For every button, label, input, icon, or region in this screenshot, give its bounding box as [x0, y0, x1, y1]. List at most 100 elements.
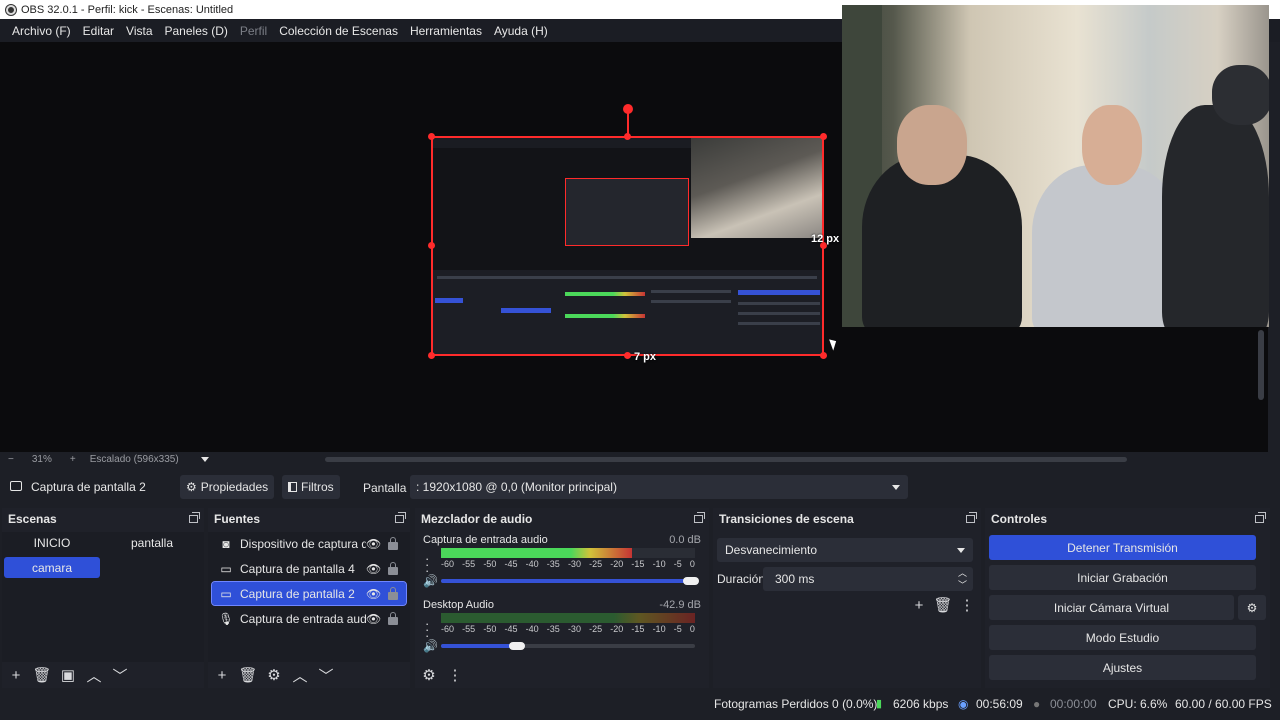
eye-icon[interactable]: 👁 — [366, 587, 381, 601]
controls-title: Controles — [991, 512, 1048, 526]
preview-vertical-scrollbar[interactable] — [1258, 330, 1264, 400]
menu-perfil[interactable]: Perfil — [234, 24, 273, 38]
spin-buttons-icon[interactable]: ︿ ﹀ — [958, 567, 967, 591]
move-up-icon[interactable]: ︿ — [82, 664, 106, 686]
scene-filters-icon[interactable]: ▣ — [56, 664, 80, 686]
volume-slider-knob[interactable] — [509, 642, 525, 650]
settings-button[interactable]: Ajustes — [989, 655, 1256, 680]
studio-mode-button[interactable]: Modo Estudio — [989, 625, 1256, 650]
gear-icon[interactable]: ⚙ — [262, 664, 286, 686]
rotation-handle[interactable] — [623, 104, 633, 114]
stop-stream-button[interactable]: Detener Transmisión — [989, 535, 1256, 560]
source-item[interactable]: ▭ Captura de pantalla 4 👁 — [212, 557, 406, 580]
track-menu-icon[interactable]: · · · — [425, 617, 429, 642]
undock-icon[interactable] — [966, 512, 977, 523]
move-down-icon[interactable]: ﹀ — [108, 664, 132, 686]
volume-slider-knob[interactable] — [683, 577, 699, 585]
scene-item-inicio[interactable]: INICIO — [4, 532, 100, 553]
scene-item-camara[interactable]: camara — [4, 557, 100, 578]
source-item[interactable]: ◙ Dispositivo de captura de 👁 — [212, 532, 406, 555]
resize-handle-bottom[interactable] — [624, 352, 631, 359]
add-transition-icon[interactable]: + — [907, 594, 931, 616]
track-name: Desktop Audio — [423, 599, 494, 611]
resize-handle-left[interactable] — [428, 242, 435, 249]
properties-button[interactable]: ⚙ Propiedades — [180, 475, 275, 499]
speaker-icon[interactable]: 🔊 — [423, 574, 438, 588]
duration-input[interactable]: 300 ms ︿ ﹀ — [763, 567, 973, 591]
resize-handle-top-right[interactable] — [820, 133, 827, 140]
move-down-icon[interactable]: ﹀ — [314, 664, 338, 686]
fps: 60.00 / 60.00 FPS — [1175, 697, 1272, 711]
dropped-frames: Fotogramas Perdidos 0 (0.0%) — [714, 697, 878, 711]
advanced-audio-icon[interactable]: ⚙ — [417, 664, 441, 686]
undock-icon[interactable] — [1255, 512, 1266, 523]
trash-icon[interactable]: 🗑 — [931, 594, 955, 616]
eye-icon[interactable]: 👁 — [366, 537, 381, 551]
start-virtual-camera-button[interactable]: Iniciar Cámara Virtual — [989, 595, 1234, 620]
level-meter — [441, 548, 695, 558]
resize-handle-top[interactable] — [624, 133, 631, 140]
menu-vista[interactable]: Vista — [120, 24, 158, 38]
track-db: 0.0 dB — [669, 534, 701, 546]
selected-source-name: Captura de pantalla 2 — [31, 480, 146, 494]
webcam-source[interactable] — [842, 5, 1269, 327]
scenes-list: INICIO pantalla camara — [2, 532, 204, 662]
scene-transitions-dock: Transiciones de escena Desvanecimiento D… — [713, 508, 981, 688]
filters-button[interactable]: Filtros — [282, 475, 340, 499]
menu-editar[interactable]: Editar — [77, 24, 120, 38]
start-recording-button[interactable]: Iniciar Grabación — [989, 565, 1256, 590]
audio-mixer-dock: Mezclador de audio Captura de entrada au… — [415, 508, 709, 688]
lock-icon[interactable] — [388, 586, 398, 600]
properties-label: Propiedades — [200, 480, 269, 494]
undock-icon[interactable] — [694, 512, 705, 523]
lock-icon[interactable] — [388, 611, 398, 625]
scaled-resolution: Escalado (596x335) — [89, 453, 179, 465]
trash-icon[interactable]: 🗑 — [236, 664, 260, 686]
resize-handle-top-left[interactable] — [428, 133, 435, 140]
controls-dock: Controles Detener Transmisión Iniciar Gr… — [985, 508, 1270, 688]
menu-ayuda[interactable]: Ayuda (H) — [488, 24, 554, 38]
menu-archivo[interactable]: Archivo (F) — [6, 24, 77, 38]
virtual-camera-settings-button[interactable]: ⚙ — [1238, 595, 1266, 620]
lock-icon[interactable] — [388, 561, 398, 575]
source-item-selected[interactable]: ▭ Captura de pantalla 2 👁 — [211, 581, 407, 606]
gear-icon: ⚙ — [186, 480, 197, 494]
source-item[interactable]: 🎙 Captura de entrada audic 👁 — [212, 607, 406, 630]
menu-herramientas[interactable]: Herramientas — [404, 24, 488, 38]
scene-item-pantalla[interactable]: pantalla — [104, 532, 200, 553]
track-menu-icon[interactable]: · · · — [425, 552, 429, 577]
nested-docks — [433, 270, 822, 354]
move-up-icon[interactable]: ︿ — [288, 664, 312, 686]
add-source-icon[interactable]: + — [210, 664, 234, 686]
eye-icon[interactable]: 👁 — [366, 612, 381, 626]
transition-menu-icon[interactable]: ⋮ — [955, 594, 979, 616]
menu-coleccion-escenas[interactable]: Colección de Escenas — [273, 24, 404, 38]
lock-icon[interactable] — [388, 536, 398, 550]
resize-handle-bottom-right[interactable] — [820, 352, 827, 359]
selected-source-screen-capture[interactable] — [431, 136, 824, 356]
volume-slider-fill — [441, 644, 517, 648]
meter-ticks: -60 -55 -50 -45 -40 -35 -30 -25 -20 -15 -10 -5 0 — [441, 624, 695, 634]
menu-paneles[interactable]: Paneles (D) — [159, 24, 234, 38]
display-select[interactable]: : 1920x1080 @ 0,0 (Monitor principal) — [410, 475, 908, 499]
resize-handle-bottom-left[interactable] — [428, 352, 435, 359]
mixer-menu-icon[interactable]: ⋮ — [443, 664, 467, 686]
level-meter — [441, 613, 695, 623]
scale-dropdown-icon[interactable] — [193, 454, 209, 465]
preview-horizontal-scrollbar[interactable] — [325, 457, 1127, 462]
trash-icon[interactable]: 🗑 — [30, 664, 54, 686]
speaker-icon[interactable]: 🔊 — [423, 639, 438, 653]
zoom-out-button[interactable]: − — [8, 454, 14, 465]
transition-select-value: Desvanecimiento — [725, 543, 818, 557]
undock-icon[interactable] — [395, 512, 406, 523]
mixer-tracks: Captura de entrada audio 0.0 dB · · · -60-… — [415, 532, 709, 662]
add-scene-icon[interactable]: + — [4, 664, 28, 686]
sources-list: ◙ Dispositivo de captura de 👁 ▭ Captura … — [208, 532, 410, 662]
undock-icon[interactable] — [189, 512, 200, 523]
display-select-value: : 1920x1080 @ 0,0 (Monitor principal) — [416, 480, 617, 494]
zoom-in-button[interactable]: + — [70, 454, 76, 465]
status-bar: Fotogramas Perdidos 0 (0.0%) ▮ 6206 kbps… — [0, 690, 1280, 720]
eye-icon[interactable]: 👁 — [366, 562, 381, 576]
microphone-icon: 🎙 — [218, 611, 234, 626]
transition-select[interactable]: Desvanecimiento — [717, 538, 973, 562]
